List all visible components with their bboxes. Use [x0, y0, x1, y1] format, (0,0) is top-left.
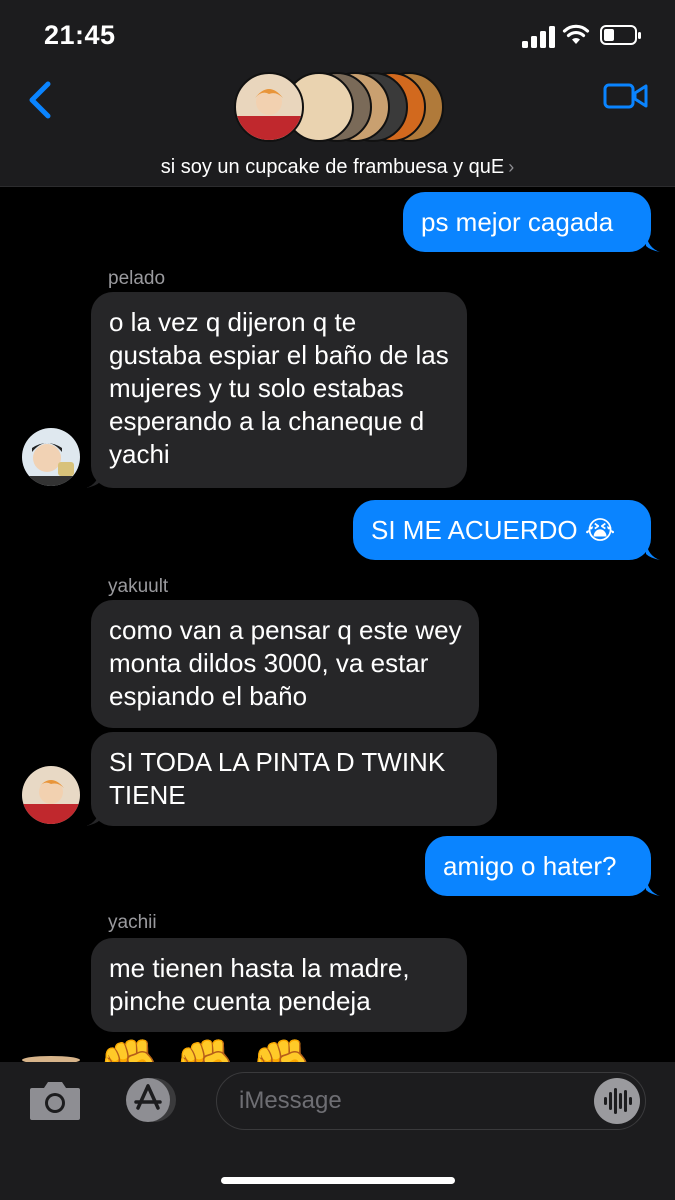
sender-name: yakuult: [108, 576, 169, 597]
home-indicator[interactable]: [221, 1177, 455, 1184]
conversation-header: si soy un cupcake de frambuesa y quE ›: [0, 70, 675, 187]
bubble-tail: [646, 878, 660, 896]
message-input-placeholder: iMessage: [239, 1087, 342, 1114]
bubble-tail: [646, 542, 660, 560]
avatar[interactable]: [22, 428, 80, 486]
chevron-right-icon: ›: [508, 157, 515, 177]
message-bubble-outgoing[interactable]: amigo o hater?: [425, 836, 651, 896]
message-bubble-incoming[interactable]: o la vez q dijeron q te gustaba espiar e…: [91, 292, 467, 488]
group-avatars[interactable]: [234, 72, 444, 144]
sender-name: pelado: [108, 268, 166, 289]
signal-icon: [522, 26, 555, 48]
battery-icon: [600, 25, 641, 45]
camera-icon[interactable]: [28, 1078, 82, 1122]
back-chevron-icon[interactable]: [24, 78, 56, 122]
message-input[interactable]: iMessage: [216, 1072, 646, 1130]
message-bubble-outgoing[interactable]: SI ME ACUERDO 😭: [353, 500, 651, 560]
message-bubble-incoming[interactable]: SI TODA LA PINTA D TWINK TIENE: [91, 732, 497, 826]
group-name[interactable]: si soy un cupcake de frambuesa y quE ›: [0, 156, 675, 179]
group-name-label: si soy un cupcake de frambuesa y quE: [160, 156, 505, 178]
wifi-icon: [562, 24, 590, 44]
avatar[interactable]: [22, 766, 80, 824]
audio-waveform-icon[interactable]: [594, 1078, 640, 1124]
bubble-tail: [86, 470, 100, 488]
message-bubble-incoming[interactable]: como van a pensar q este wey monta dildo…: [91, 600, 479, 728]
message-bubble-incoming[interactable]: me tienen hasta la madre, pinche cuenta …: [91, 938, 467, 1032]
status-time: 21:45: [44, 20, 116, 50]
app-store-icon[interactable]: [120, 1076, 180, 1124]
sender-name: yachii: [108, 912, 157, 933]
video-camera-icon[interactable]: [603, 82, 649, 110]
group-avatar: [234, 72, 304, 142]
bubble-tail: [646, 234, 660, 252]
bubble-tail: [86, 808, 100, 826]
status-bar: 21:45: [0, 0, 675, 70]
message-bubble-outgoing[interactable]: ps mejor cagada: [403, 192, 651, 252]
